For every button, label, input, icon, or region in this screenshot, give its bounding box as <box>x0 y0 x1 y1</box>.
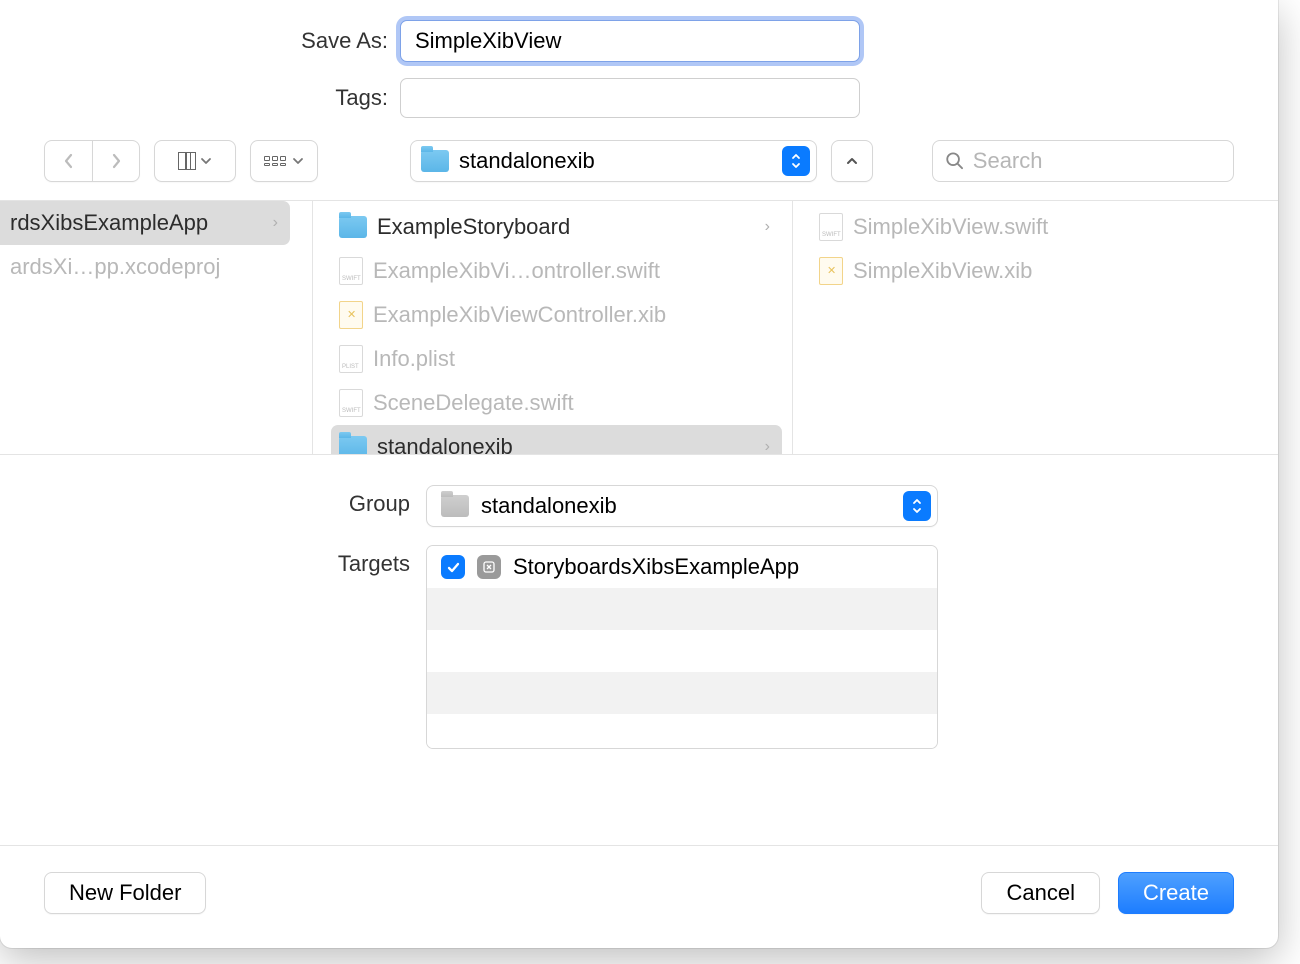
tags-input[interactable] <box>400 78 860 118</box>
save-as-label: Save As: <box>0 28 400 54</box>
file-name: ExampleXibViewController.xib <box>373 302 770 328</box>
swift-file-icon <box>819 213 843 241</box>
chevron-right-icon <box>110 152 122 170</box>
nav-back-button[interactable] <box>44 140 92 182</box>
save-as-input[interactable] <box>400 20 860 62</box>
target-row[interactable]: StoryboardsXibsExampleApp <box>427 546 937 588</box>
cancel-button[interactable]: Cancel <box>981 872 1099 914</box>
target-row-empty <box>427 714 937 748</box>
file-name: ExampleStoryboard <box>377 214 755 240</box>
folder-icon <box>339 436 367 454</box>
list-item[interactable]: Info.plist <box>331 337 782 381</box>
location-label: standalonexib <box>459 148 772 174</box>
file-name: SimpleXibView.swift <box>853 214 1256 240</box>
new-folder-button[interactable]: New Folder <box>44 872 206 914</box>
chevron-down-icon <box>292 156 304 166</box>
grid-icon <box>264 156 286 166</box>
search-input[interactable] <box>973 148 1221 174</box>
target-row-empty <box>427 630 937 672</box>
targets-label: Targets <box>0 545 426 577</box>
app-icon <box>477 555 501 579</box>
list-item[interactable]: SimpleXibView.swift <box>811 205 1268 249</box>
list-item[interactable]: SimpleXibView.xib <box>811 249 1268 293</box>
group-label: Group <box>0 485 426 517</box>
chevron-right-icon: › <box>273 214 278 232</box>
group-dropdown[interactable]: standalonexib <box>426 485 938 527</box>
list-item[interactable]: standalonexib › <box>331 425 782 454</box>
target-name: StoryboardsXibsExampleApp <box>513 554 799 580</box>
grouping-button[interactable] <box>250 140 318 182</box>
location-dropdown[interactable]: standalonexib <box>410 140 817 182</box>
nav-forward-button[interactable] <box>92 140 140 182</box>
file-name: SimpleXibView.xib <box>853 258 1256 284</box>
chevron-left-icon <box>63 152 75 170</box>
swift-file-icon <box>339 257 363 285</box>
targets-list: StoryboardsXibsExampleApp <box>426 545 938 749</box>
chevron-right-icon: › <box>765 218 770 236</box>
swift-file-icon <box>339 389 363 417</box>
collapse-button[interactable] <box>831 140 873 182</box>
list-item[interactable]: rdsXibsExampleApp › <box>0 201 290 245</box>
folder-icon <box>421 150 449 172</box>
chevron-up-icon <box>845 155 859 167</box>
list-item[interactable]: ardsXi…pp.xcodeproj <box>0 245 290 289</box>
file-browser: rdsXibsExampleApp › ardsXi…pp.xcodeproj … <box>0 201 1278 455</box>
list-item[interactable]: ExampleXibVi…ontroller.swift <box>331 249 782 293</box>
target-row-empty <box>427 588 937 630</box>
create-button[interactable]: Create <box>1118 872 1234 914</box>
chevron-right-icon: › <box>765 438 770 454</box>
file-name: SceneDelegate.swift <box>373 390 770 416</box>
target-row-empty <box>427 672 937 714</box>
columns-icon <box>178 152 195 170</box>
search-icon <box>945 150 965 172</box>
group-value: standalonexib <box>481 493 891 519</box>
updown-icon <box>903 491 931 521</box>
list-item[interactable]: ExampleStoryboard › <box>331 205 782 249</box>
updown-icon <box>782 146 810 176</box>
file-name: rdsXibsExampleApp <box>10 210 263 236</box>
view-mode-button[interactable] <box>154 140 236 182</box>
xib-file-icon <box>819 257 843 285</box>
xib-file-icon <box>339 301 363 329</box>
search-field[interactable] <box>932 140 1234 182</box>
file-name: Info.plist <box>373 346 770 372</box>
checkbox-checked[interactable] <box>441 555 465 579</box>
file-name: standalonexib <box>377 434 755 454</box>
list-item[interactable]: ExampleXibViewController.xib <box>331 293 782 337</box>
folder-icon <box>441 495 469 517</box>
file-name: ExampleXibVi…ontroller.swift <box>373 258 770 284</box>
file-name: ardsXi…pp.xcodeproj <box>10 254 278 280</box>
plist-file-icon <box>339 345 363 373</box>
list-item[interactable]: SceneDelegate.swift <box>331 381 782 425</box>
tags-label: Tags: <box>0 85 400 111</box>
folder-icon <box>339 216 367 238</box>
chevron-down-icon <box>200 156 212 166</box>
